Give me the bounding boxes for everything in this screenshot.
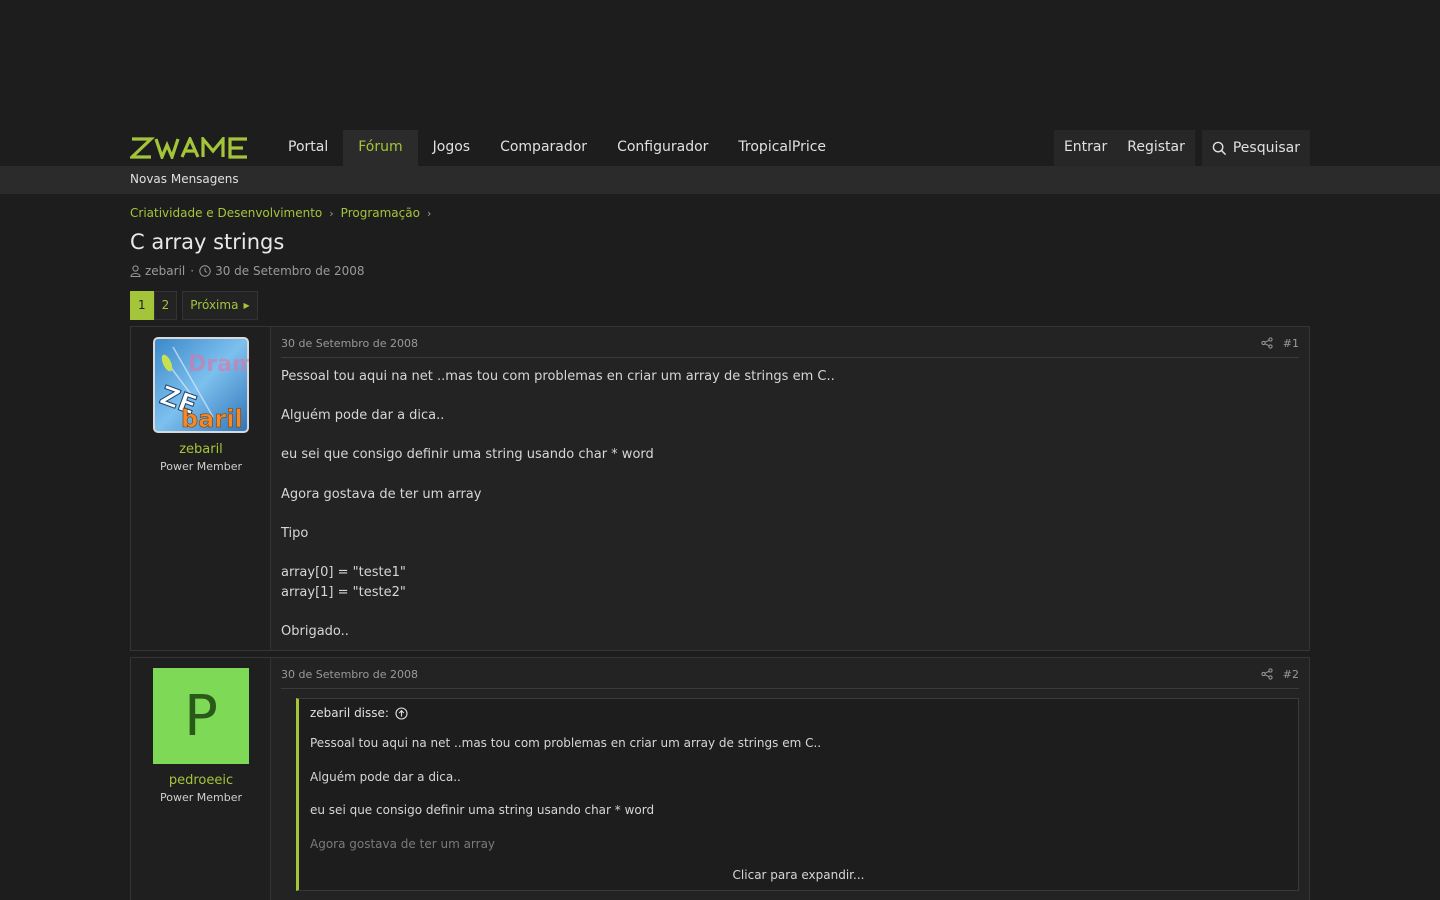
- quote-line: Agora gostava de ter um array: [310, 836, 496, 851]
- main-nav: Portal Fórum Jogos Comparador Configurad…: [130, 130, 1310, 166]
- breadcrumb: Criatividade e Desenvolvimento › Program…: [130, 206, 438, 220]
- post-number[interactable]: #2: [1283, 668, 1299, 681]
- thread-meta: zebaril · 30 de Setembro de 2008: [130, 264, 365, 278]
- post-line: eu sei que consigo definir uma string us…: [281, 447, 654, 463]
- account-group: Entrar Registar: [1053, 130, 1195, 166]
- post-line: Pessoal tou aqui na net ..mas tou com pr…: [281, 369, 835, 384]
- tab-configurador[interactable]: Configurador: [602, 130, 723, 166]
- zwame-logo[interactable]: [130, 137, 264, 159]
- avatar[interactable]: Dram ZE baril: [153, 337, 249, 433]
- login-button[interactable]: Entrar: [1054, 130, 1117, 166]
- quote-author[interactable]: zebaril disse:: [310, 706, 389, 720]
- user-title: Power Member: [159, 791, 242, 804]
- caret-right-icon: ▶: [243, 301, 250, 310]
- pagination: 1 2 Próxima ▶: [130, 291, 258, 320]
- post-date[interactable]: 30 de Setembro de 2008: [281, 668, 418, 681]
- post-line: array[1] = "teste2": [281, 584, 406, 600]
- avatar-letter: P: [184, 684, 218, 749]
- quote-line: Alguém pode dar a dica..: [310, 769, 461, 784]
- post-line: Alguém pode dar a dica..: [281, 408, 445, 424]
- quote-block: zebaril disse: Pessoal tou aqui na net .…: [296, 698, 1299, 891]
- breadcrumb-item[interactable]: Programação: [341, 206, 420, 220]
- username[interactable]: pedroeeic: [131, 773, 271, 788]
- post-header: 30 de Setembro de 2008 #1: [281, 337, 1299, 358]
- tab-forum[interactable]: Fórum: [343, 130, 418, 166]
- separator: ·: [190, 264, 195, 278]
- post-user-cell: P pedroeeic Power Member: [131, 658, 271, 900]
- new-posts-link[interactable]: Novas Mensagens: [130, 172, 239, 186]
- tab-tropicalprice[interactable]: TropicalPrice: [723, 130, 841, 166]
- share-icon[interactable]: [1261, 337, 1273, 349]
- quote-content: Pessoal tou aqui na net ..mas tou com pr…: [310, 735, 821, 869]
- account-nav: Entrar Registar Pesquisar: [1053, 130, 1310, 166]
- post-line: Obrigado..: [281, 623, 349, 639]
- next-page-label: Próxima: [190, 298, 239, 312]
- tab-jogos[interactable]: Jogos: [418, 130, 485, 166]
- avatar[interactable]: P: [153, 668, 249, 764]
- expand-quote-button[interactable]: Clicar para expandir...: [299, 860, 1298, 890]
- post-line: Agora gostava de ter um array: [281, 486, 482, 502]
- post-date[interactable]: 30 de Setembro de 2008: [281, 337, 418, 350]
- chevron-right-icon: ›: [426, 206, 432, 220]
- user-icon: [130, 265, 141, 277]
- search-button[interactable]: Pesquisar: [1201, 130, 1310, 166]
- search-icon: [1212, 141, 1226, 155]
- quote-header: zebaril disse:: [310, 706, 408, 720]
- thread-author[interactable]: zebaril: [145, 264, 185, 278]
- next-page-button[interactable]: Próxima ▶: [182, 291, 258, 320]
- post-number[interactable]: #1: [1283, 337, 1299, 350]
- post: Dram ZE baril zebaril Power Member 30 de…: [130, 326, 1310, 651]
- svg-text:Dram: Dram: [188, 352, 249, 377]
- register-button[interactable]: Registar: [1117, 130, 1195, 166]
- username[interactable]: zebaril: [131, 442, 271, 457]
- search-label: Pesquisar: [1232, 140, 1300, 156]
- tab-portal[interactable]: Portal: [273, 130, 343, 166]
- page-title: C array strings: [130, 230, 285, 254]
- arrow-up-circle-icon[interactable]: [395, 706, 408, 720]
- svg-text:baril: baril: [181, 405, 243, 433]
- share-icon[interactable]: [1261, 668, 1273, 680]
- clock-icon: [199, 265, 211, 277]
- quote-line: Pessoal tou aqui na net ..mas tou com pr…: [310, 736, 822, 750]
- post-line: array[0] = "teste1": [281, 564, 406, 580]
- post-header: 30 de Setembro de 2008 #2: [281, 668, 1299, 689]
- breadcrumb-item[interactable]: Criatividade e Desenvolvimento: [130, 206, 322, 220]
- thread-date[interactable]: 30 de Setembro de 2008: [215, 264, 364, 278]
- quote-line: eu sei que consigo definir uma string us…: [310, 803, 655, 817]
- post-user-cell: Dram ZE baril zebaril Power Member: [131, 327, 271, 650]
- page-1-button[interactable]: 1: [130, 291, 154, 320]
- post: P pedroeeic Power Member 30 de Setembro …: [130, 657, 1310, 900]
- user-title: Power Member: [159, 460, 242, 473]
- post-content: Pessoal tou aqui na net ..mas tou com pr…: [281, 367, 835, 661]
- chevron-right-icon: ›: [329, 206, 334, 220]
- page-2-button[interactable]: 2: [153, 291, 178, 320]
- sub-nav: Novas Mensagens: [0, 166, 1440, 194]
- nav-tabs: Portal Fórum Jogos Comparador Configurad…: [273, 130, 841, 166]
- tab-comparador[interactable]: Comparador: [485, 130, 602, 166]
- post-line: Tipo: [281, 525, 309, 541]
